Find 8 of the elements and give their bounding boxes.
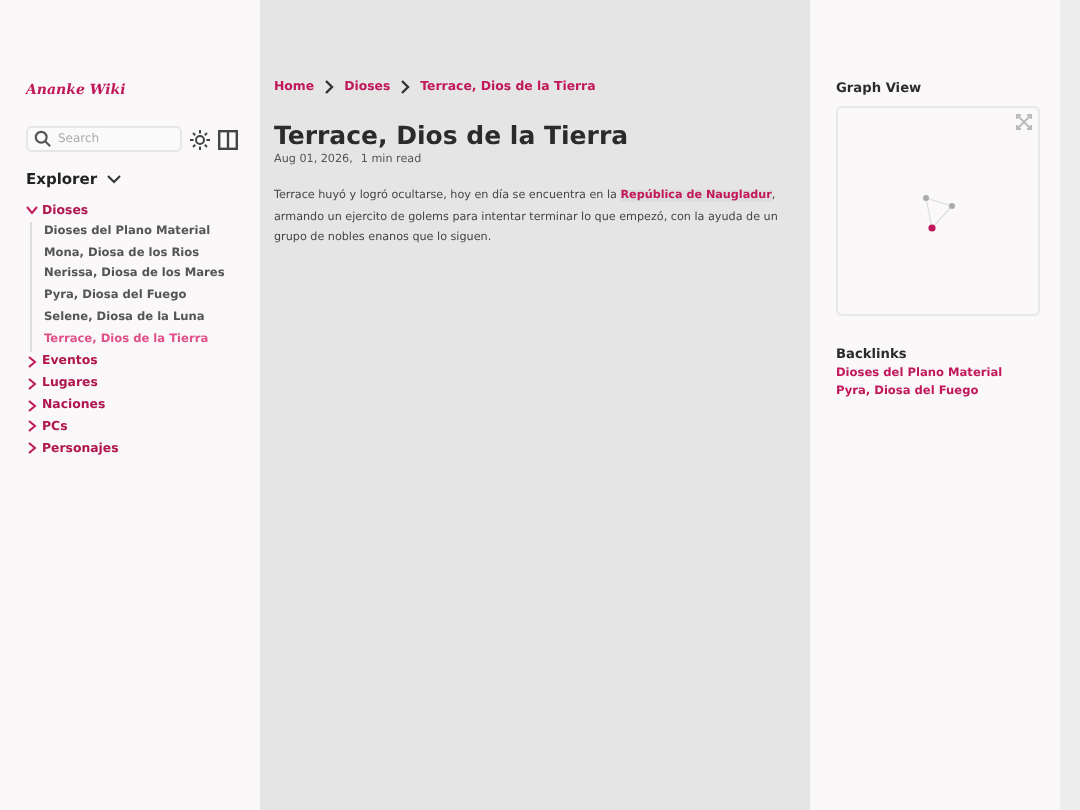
article-title: Terrace, Dios de la Tierra xyxy=(274,120,631,150)
chevron-down-icon[interactable] xyxy=(105,174,122,184)
chevron-right-icon xyxy=(324,80,335,94)
graph-drawing xyxy=(922,194,958,234)
sun-icon[interactable] xyxy=(190,129,210,149)
chevron-down-icon xyxy=(26,204,38,217)
book-icon[interactable] xyxy=(218,129,238,149)
chevron-right-icon xyxy=(400,80,411,94)
